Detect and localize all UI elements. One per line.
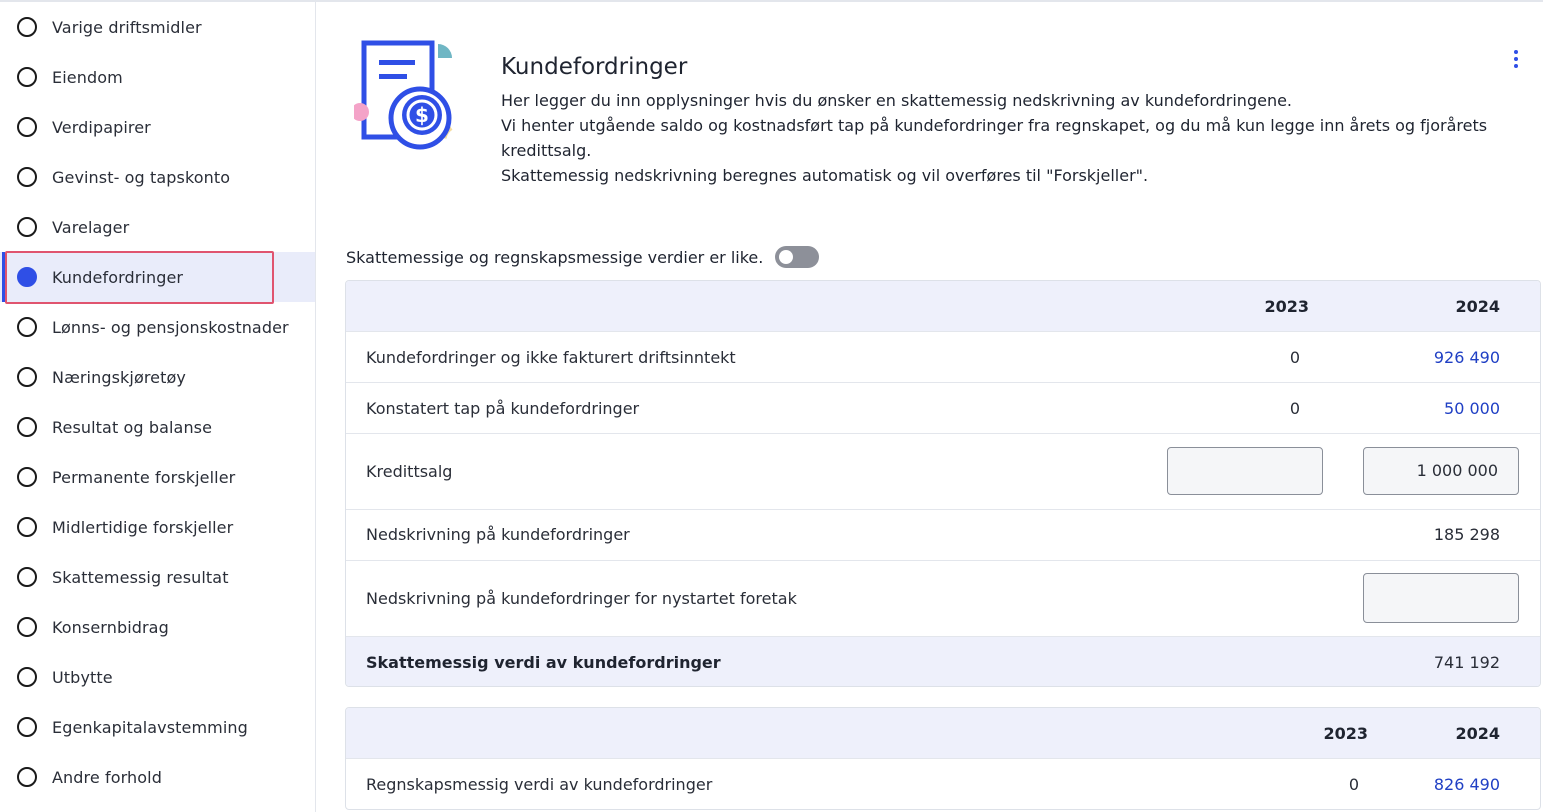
radio-icon	[17, 567, 37, 587]
toggle-label: Skattemessige og regnskapsmessige verdie…	[346, 247, 764, 267]
radio-icon	[17, 367, 37, 387]
sidebar-item-konsernbidrag[interactable]: Konsernbidrag	[0, 602, 315, 652]
sidebar-item-utbytte[interactable]: Utbytte	[0, 652, 315, 702]
sidebar-item-label: Utbytte	[52, 667, 113, 687]
sidebar-item-label: Varige driftsmidler	[52, 17, 202, 37]
value-2024-link[interactable]: 50 000	[1444, 399, 1500, 418]
sidebar-item-label: Konsernbidrag	[52, 617, 169, 637]
radio-icon	[17, 417, 37, 437]
radio-icon	[17, 17, 37, 37]
value-2023: 0	[1289, 399, 1300, 418]
sidebar-item-label: Næringskjøretøy	[52, 367, 186, 387]
sidebar-item-gevinst-og-tapskonto[interactable]: Gevinst- og tapskonto	[0, 152, 315, 202]
value-2023: 0	[1289, 348, 1300, 367]
description-line: Skattemessig nedskrivning beregnes autom…	[501, 166, 1149, 185]
table-row: Kredittsalg 1 000 000	[346, 434, 1540, 510]
table-total-row: Skattemessig verdi av kundefordringer 74…	[346, 637, 1540, 686]
sidebar-item-andre-forhold[interactable]: Andre forhold	[0, 752, 315, 802]
active-indicator	[2, 252, 5, 302]
page-description: Her legger du inn opplysninger hvis du ø…	[501, 88, 1511, 188]
radio-icon	[17, 317, 37, 337]
kredittsalg-2023-input[interactable]	[1167, 447, 1323, 495]
radio-icon	[17, 517, 37, 537]
radio-icon	[17, 117, 37, 137]
sidebar-item-label: Gevinst- og tapskonto	[52, 167, 231, 187]
row-label: Kredittsalg	[366, 462, 453, 481]
page-title: Kundefordringer	[501, 54, 688, 80]
sidebar-item-midlertidige-forskjeller[interactable]: Midlertidige forskjeller	[0, 502, 315, 552]
sidebar-item-lonns-og-pensjonskostnader[interactable]: Lønns- og pensjonskostnader	[0, 302, 315, 352]
sidebar-item-label: Permanente forskjeller	[52, 467, 236, 487]
sidebar-item-label: Kundefordringer	[52, 267, 184, 287]
sidebar-item-eiendom[interactable]: Eiendom	[0, 52, 315, 102]
table-row: Nedskrivning på kundefordringer for nyst…	[346, 561, 1540, 637]
table-row: Kundefordringer og ikke fakturert drifts…	[346, 332, 1540, 383]
table-row: Konstatert tap på kundefordringer 0 50 0…	[346, 383, 1540, 434]
sidebar-item-label: Skattemessig resultat	[52, 567, 229, 587]
sidebar-item-label: Egenkapitalavstemming	[52, 717, 248, 737]
sidebar-item-label: Lønns- og pensjonskostnader	[52, 317, 289, 337]
more-vertical-icon[interactable]	[1509, 48, 1523, 74]
column-header-2023: 2023	[1264, 297, 1309, 316]
sidebar-item-varelager[interactable]: Varelager	[0, 202, 315, 252]
sidebar-item-permanente-forskjeller[interactable]: Permanente forskjeller	[0, 452, 315, 502]
sidebar-item-label: Verdipapirer	[52, 117, 151, 137]
sidebar-nav: Varige driftsmidler Eiendom Verdipapirer…	[0, 2, 316, 812]
sidebar-item-kundefordringer[interactable]: Kundefordringer	[0, 252, 315, 302]
radio-icon	[17, 467, 37, 487]
radio-icon	[17, 167, 37, 187]
nystartet-foretak-2024-input[interactable]	[1363, 573, 1519, 623]
toggle-knob	[779, 250, 794, 264]
value-2024-link[interactable]: 826 490	[1434, 775, 1500, 794]
table-row: Regnskapsmessig verdi av kundefordringer…	[346, 759, 1540, 809]
sidebar-item-label: Resultat og balanse	[52, 417, 213, 437]
sidebar-item-naeringskjoretoy[interactable]: Næringskjøretøy	[0, 352, 315, 402]
main-content: $ Kundefordringer Her legger du inn oppl…	[316, 2, 1543, 812]
value-2024: 185 298	[1433, 525, 1500, 544]
radio-icon	[17, 217, 37, 237]
row-label: Konstatert tap på kundefordringer	[366, 399, 640, 418]
table-header-row: 2023 2024	[346, 708, 1540, 759]
radio-icon	[17, 617, 37, 637]
row-label: Skattemessig verdi av kundefordringer	[366, 653, 721, 672]
sidebar-item-verdipapirer[interactable]: Verdipapirer	[0, 102, 315, 152]
radio-icon	[17, 67, 37, 87]
column-header-2024: 2024	[1455, 297, 1500, 316]
row-label: Kundefordringer og ikke fakturert drifts…	[366, 348, 736, 367]
sidebar-item-skattemessig-resultat[interactable]: Skattemessig resultat	[0, 552, 315, 602]
row-label: Regnskapsmessig verdi av kundefordringer	[366, 775, 713, 794]
column-header-2023: 2023	[1323, 724, 1368, 743]
radio-selected-icon	[17, 267, 37, 287]
value-2023: 0	[1348, 775, 1359, 794]
sidebar-item-label: Varelager	[52, 217, 130, 237]
value-2024-link[interactable]: 926 490	[1434, 348, 1500, 367]
sidebar-item-label: Midlertidige forskjeller	[52, 517, 234, 537]
document-coin-icon: $	[354, 40, 453, 150]
equal-values-toggle-row: Skattemessige og regnskapsmessige verdie…	[346, 246, 820, 268]
description-line: Vi henter utgående saldo og kostnadsført…	[501, 116, 1488, 160]
column-header-2024: 2024	[1455, 724, 1500, 743]
sidebar-item-label: Andre forhold	[52, 767, 162, 787]
description-line: Her legger du inn opplysninger hvis du ø…	[501, 91, 1293, 110]
sidebar-item-label: Eiendom	[52, 67, 123, 87]
row-label: Nedskrivning på kundefordringer for nyst…	[366, 589, 797, 608]
svg-text:$: $	[415, 103, 429, 127]
kundefordringer-table: 2023 2024 Kundefordringer og ikke faktur…	[345, 280, 1541, 687]
table-row: Nedskrivning på kundefordringer 185 298	[346, 510, 1540, 561]
radio-icon	[17, 667, 37, 687]
sidebar-item-egenkapitalavstemming[interactable]: Egenkapitalavstemming	[0, 702, 315, 752]
sidebar-item-resultat-og-balanse[interactable]: Resultat og balanse	[0, 402, 315, 452]
table-header-row: 2023 2024	[346, 281, 1540, 332]
row-label: Nedskrivning på kundefordringer	[366, 525, 630, 544]
equal-values-toggle[interactable]	[775, 246, 820, 268]
kredittsalg-2024-input[interactable]: 1 000 000	[1363, 447, 1519, 495]
regnskapsmessig-table: 2023 2024 Regnskapsmessig verdi av kunde…	[345, 707, 1541, 810]
radio-icon	[17, 767, 37, 787]
value-2024: 741 192	[1433, 653, 1500, 672]
radio-icon	[17, 717, 37, 737]
sidebar-item-varige-driftsmidler[interactable]: Varige driftsmidler	[0, 2, 315, 52]
